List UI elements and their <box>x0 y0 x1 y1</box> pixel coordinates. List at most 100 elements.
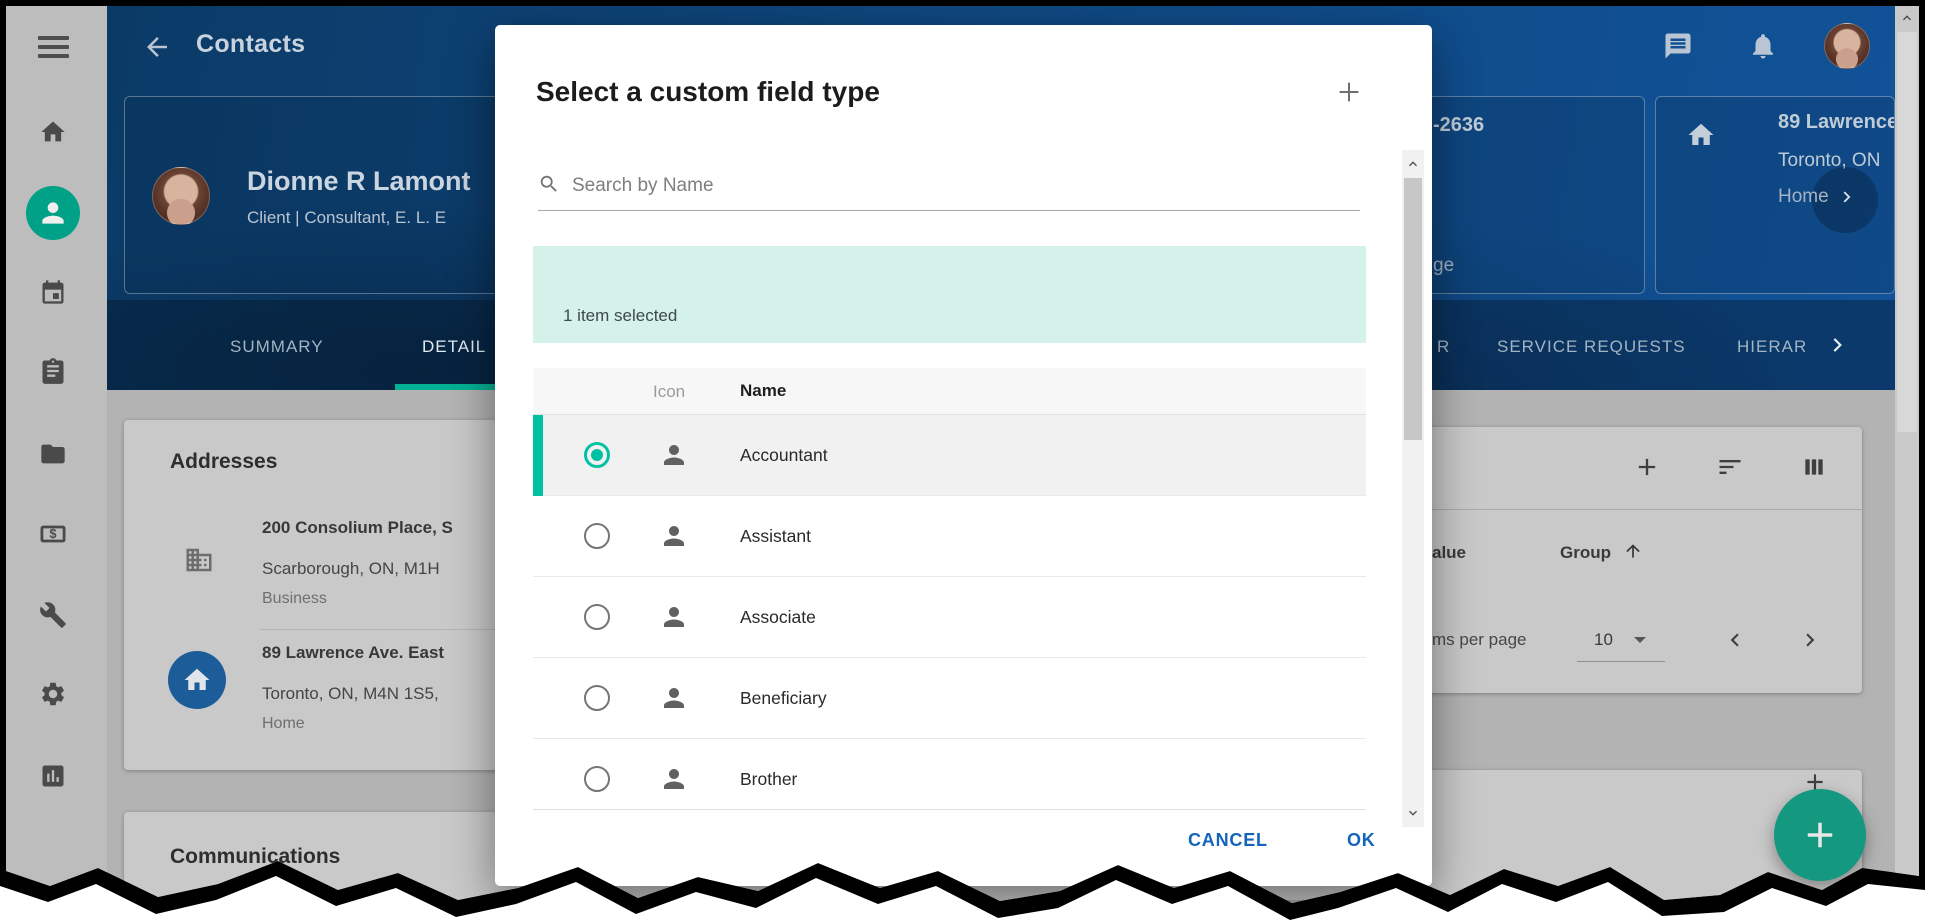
address-line1-fragment: 89 Lawrence <box>1778 111 1895 134</box>
address-row-line2: Scarborough, ON, M1H <box>262 559 440 579</box>
tab-detail[interactable]: DETAIL <box>422 337 486 357</box>
address-row-line1: 200 Consolium Place, S <box>262 518 453 538</box>
table-row[interactable]: Associate <box>533 577 1366 658</box>
radio-unselected[interactable] <box>584 604 610 630</box>
address-row-type: Business <box>262 590 327 608</box>
person-icon <box>659 521 689 551</box>
scroll-up-icon[interactable] <box>1405 156 1421 172</box>
radio-unselected[interactable] <box>584 523 610 549</box>
page-scrollbar[interactable] <box>1895 6 1919 918</box>
ok-button[interactable]: OK <box>1347 830 1376 851</box>
left-sidebar: $ <box>0 0 107 923</box>
group-column-header[interactable]: Group <box>1560 543 1611 563</box>
person-icon <box>659 602 689 632</box>
tab-hidden-fragment[interactable]: R <box>1437 337 1450 357</box>
selection-banner-text: 1 item selected <box>563 306 677 326</box>
prev-page-chevron-icon[interactable] <box>1722 627 1748 653</box>
person-icon <box>659 440 689 470</box>
icon-column-header: Icon <box>653 382 685 402</box>
reports-icon[interactable] <box>39 762 67 790</box>
cancel-button[interactable]: CANCEL <box>1188 830 1268 851</box>
address-row-type: Home <box>262 715 305 733</box>
chevron-right-icon[interactable] <box>1836 186 1858 208</box>
radio-unselected[interactable] <box>584 685 610 711</box>
add-custom-field-icon[interactable] <box>1334 77 1364 107</box>
scroll-up-icon[interactable] <box>1899 10 1915 26</box>
add-icon[interactable] <box>1633 453 1661 481</box>
primary-address-card: 89 Lawrence Toronto, ON Home <box>1655 96 1895 294</box>
tools-icon[interactable] <box>39 601 67 629</box>
address-row-line2: Toronto, ON, M4N 1S5, <box>262 684 439 704</box>
value-column-header-fragment[interactable]: alue <box>1432 543 1466 563</box>
tabs-scroll-chevron-icon[interactable] <box>1825 332 1851 358</box>
row-label: Assistant <box>740 526 811 547</box>
row-label: Beneficiary <box>740 688 827 709</box>
menu-icon[interactable] <box>38 36 69 58</box>
table-row[interactable]: Beneficiary <box>533 658 1366 739</box>
scroll-down-icon[interactable] <box>1405 805 1421 821</box>
chat-icon[interactable] <box>1663 31 1693 61</box>
billing-icon[interactable]: $ <box>39 520 67 548</box>
tab-summary[interactable]: SUMMARY <box>230 337 324 357</box>
field-type-table: Icon Name Accountant Assistant Associate <box>533 368 1366 810</box>
home-icon <box>1686 120 1716 150</box>
name-column-header: Name <box>740 381 786 401</box>
back-arrow-icon[interactable] <box>142 32 172 62</box>
home-icon[interactable] <box>39 118 67 146</box>
radio-unselected[interactable] <box>584 766 610 792</box>
calendar-icon[interactable] <box>39 278 67 306</box>
dialog-title: Select a custom field type <box>536 76 880 108</box>
contact-subtitle: Client | Consultant, E. L. E <box>247 208 446 228</box>
search-input[interactable] <box>572 168 1352 204</box>
scrollbar-thumb[interactable] <box>1404 178 1422 440</box>
contact-photo[interactable] <box>152 167 210 225</box>
columns-icon[interactable] <box>1801 454 1827 480</box>
person-icon <box>659 683 689 713</box>
building-icon <box>184 545 214 575</box>
person-icon <box>659 764 689 794</box>
page-size-dropdown-icon[interactable] <box>1634 637 1646 643</box>
addresses-title: Addresses <box>170 450 277 474</box>
app-screen: $ Contacts Dionne R Lamont Client | Cons… <box>0 0 1933 923</box>
row-label: Associate <box>740 607 816 628</box>
table-row[interactable]: Assistant <box>533 496 1366 577</box>
search-icon <box>538 173 560 195</box>
address-line2-fragment: Toronto, ON <box>1778 150 1880 172</box>
tasks-icon[interactable] <box>39 357 67 385</box>
user-avatar[interactable] <box>1824 23 1870 69</box>
scrollbar-thumb[interactable] <box>1897 32 1917 432</box>
table-row[interactable]: Accountant <box>533 415 1366 496</box>
address-type-label: Home <box>1778 186 1829 208</box>
notifications-bell-icon[interactable] <box>1748 31 1778 61</box>
message-action-fragment[interactable]: ge <box>1433 255 1454 277</box>
radio-selected[interactable] <box>584 442 610 468</box>
page-size-underline <box>1577 661 1665 662</box>
items-per-page-fragment: ms per page <box>1432 630 1527 650</box>
svg-text:$: $ <box>49 526 56 541</box>
sort-icon[interactable] <box>1716 453 1744 481</box>
search-field <box>538 165 1360 211</box>
table-row[interactable]: Brother <box>533 739 1366 810</box>
row-label: Brother <box>740 769 797 790</box>
contact-name: Dionne R Lamont <box>247 166 471 197</box>
tab-service-requests[interactable]: SERVICE REQUESTS <box>1497 337 1686 357</box>
selection-banner: 1 item selected <box>533 246 1366 343</box>
settings-icon[interactable] <box>39 680 67 708</box>
page-size-value[interactable]: 10 <box>1594 630 1613 650</box>
documents-icon[interactable] <box>39 440 67 468</box>
sort-ascending-arrow-icon <box>1623 541 1643 561</box>
address-row-line1: 89 Lawrence Ave. East <box>262 643 444 663</box>
next-page-chevron-icon[interactable] <box>1797 627 1823 653</box>
torn-screenshot-frame: $ Contacts Dionne R Lamont Client | Cons… <box>0 0 1933 923</box>
communications-title: Communications <box>170 845 340 869</box>
page-title: Contacts <box>196 30 305 59</box>
selected-row-bar <box>533 415 543 496</box>
tab-hierarchy[interactable]: HIERAR <box>1737 337 1805 357</box>
add-fab-button[interactable] <box>1774 789 1866 881</box>
dialog-scrollbar[interactable] <box>1402 150 1424 827</box>
contacts-icon-active[interactable] <box>26 186 80 240</box>
table-header: Icon Name <box>533 368 1366 415</box>
select-custom-field-dialog: Select a custom field type 1 item select… <box>495 25 1432 886</box>
row-label: Accountant <box>740 445 828 466</box>
phone-number-fragment: -2636 <box>1433 114 1484 137</box>
